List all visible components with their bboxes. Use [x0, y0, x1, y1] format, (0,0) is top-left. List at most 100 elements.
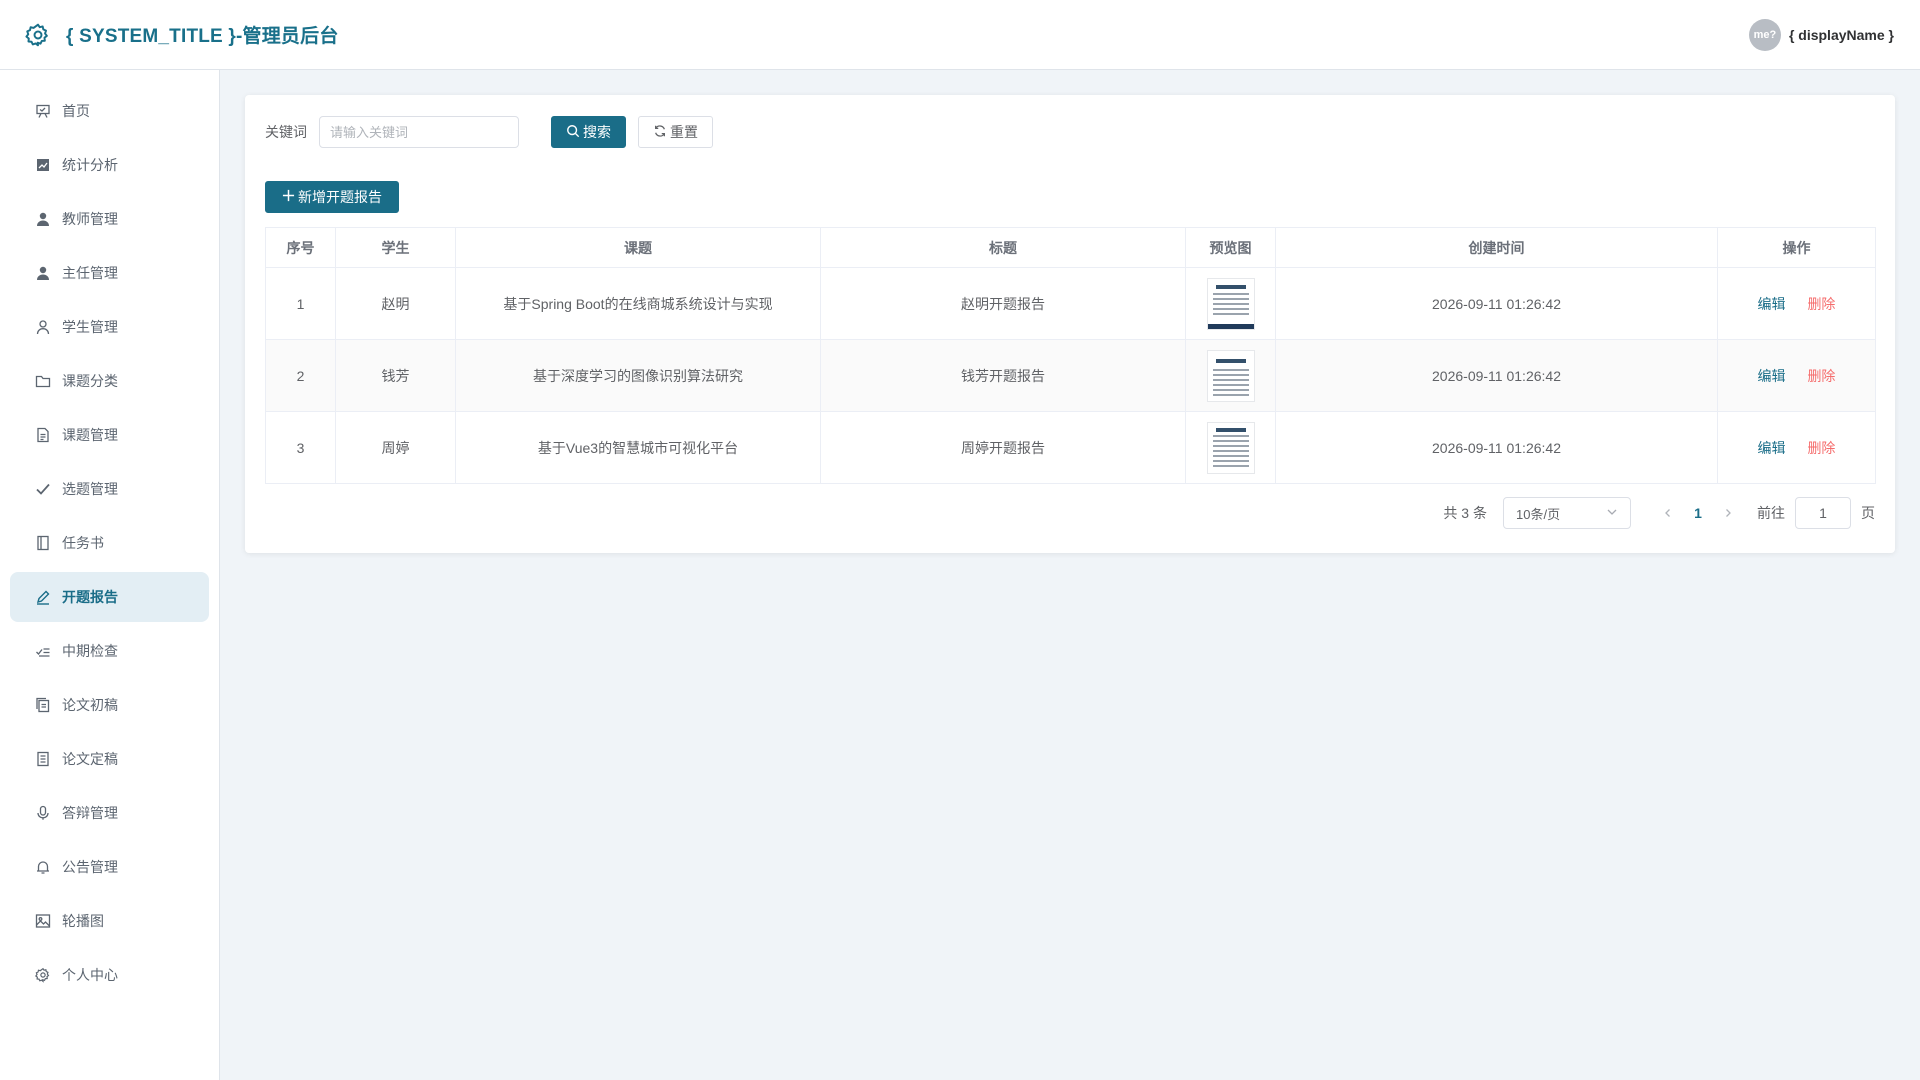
edit-link[interactable]: 编辑 — [1758, 440, 1786, 456]
search-icon — [566, 124, 580, 141]
sidebar-item-defense[interactable]: 答辩管理 — [10, 788, 209, 838]
sidebar-item-selection[interactable]: 选题管理 — [10, 464, 209, 514]
sidebar-item-topic-categories[interactable]: 课题分类 — [10, 356, 209, 406]
sidebar-item-label: 论文定稿 — [62, 751, 118, 767]
pagination: 共 3 条 10条/页 1 前往 页 — [1443, 497, 1875, 529]
refresh-icon — [653, 124, 667, 141]
cell-topic: 基于Vue3的智慧城市可视化平台 — [455, 411, 821, 484]
checklist-icon — [34, 642, 52, 660]
user-menu[interactable]: me? { displayName } — [1748, 18, 1894, 51]
sidebar-item-label: 任务书 — [62, 535, 104, 551]
sidebar-item-label: 公告管理 — [62, 859, 118, 875]
cell-actions: 编辑 删除 — [1717, 411, 1876, 484]
keyword-label: 关键词 — [265, 124, 307, 140]
edit-link[interactable]: 编辑 — [1758, 296, 1786, 312]
sidebar-item-label: 开题报告 — [62, 589, 118, 605]
column-header[interactable]: 预览图 — [1185, 227, 1276, 268]
sidebar-item-carousel[interactable]: 轮播图 — [10, 896, 209, 946]
setting-icon — [34, 966, 52, 984]
cell-preview — [1185, 411, 1276, 484]
keyword-input[interactable] — [319, 116, 519, 148]
brand: { SYSTEM_TITLE }-管理员后台 — [24, 21, 339, 49]
microphone-icon — [34, 804, 52, 822]
table-row: 1 赵明 基于Spring Boot的在线商城系统设计与实现 赵明开题报告 20… — [265, 267, 1876, 340]
sidebar-item-label: 统计分析 — [62, 157, 118, 173]
column-header[interactable]: 操作 — [1717, 227, 1876, 268]
edit-link[interactable]: 编辑 — [1758, 368, 1786, 384]
sidebar-item-announcements[interactable]: 公告管理 — [10, 842, 209, 892]
preview-thumbnail[interactable] — [1206, 421, 1255, 474]
sidebar: 首页 统计分析 教师管理 主任管理 学生管理 课题分类 课题管理 选题管理 任务… — [0, 70, 220, 1080]
cell-actions: 编辑 删除 — [1717, 339, 1876, 412]
chevron-down-icon — [1606, 506, 1618, 521]
document-icon — [34, 426, 52, 444]
table-header-row: 序号 学生 课题 标题 预览图 创建时间 操作 — [265, 227, 1876, 268]
goto-page-input[interactable] — [1795, 497, 1851, 529]
cell-title: 周婷开题报告 — [820, 411, 1186, 484]
preview-thumbnail[interactable] — [1206, 349, 1255, 402]
sidebar-item-thesis-final[interactable]: 论文定稿 — [10, 734, 209, 784]
plus-icon — [282, 189, 295, 205]
next-page-button[interactable] — [1713, 505, 1743, 521]
search-button[interactable]: 搜索 — [551, 116, 626, 148]
sidebar-item-topics[interactable]: 课题管理 — [10, 410, 209, 460]
cell-title: 赵明开题报告 — [820, 267, 1186, 340]
column-header[interactable]: 创建时间 — [1275, 227, 1718, 268]
page-size-value: 10条/页 — [1516, 506, 1561, 522]
column-header[interactable]: 学生 — [335, 227, 456, 268]
sidebar-item-label: 首页 — [62, 103, 90, 119]
page-unit-label: 页 — [1861, 505, 1875, 521]
sidebar-item-label: 个人中心 — [62, 967, 118, 983]
cell-actions: 编辑 删除 — [1717, 267, 1876, 340]
sidebar-item-profile[interactable]: 个人中心 — [10, 950, 209, 1000]
sidebar-item-label: 答辩管理 — [62, 805, 118, 821]
cell-title: 钱芳开题报告 — [820, 339, 1186, 412]
report-table: 序号 学生 课题 标题 预览图 创建时间 操作 1 赵明 基于Spring Bo… — [265, 227, 1876, 484]
edit-pen-icon — [34, 588, 52, 606]
cell-created: 2026-09-11 01:26:42 — [1275, 339, 1718, 412]
sidebar-item-home[interactable]: 首页 — [10, 86, 209, 136]
sidebar-item-label: 主任管理 — [62, 265, 118, 281]
search-bar: 关键词 搜索 重置 — [265, 115, 1875, 149]
delete-link[interactable]: 删除 — [1807, 296, 1835, 312]
delete-link[interactable]: 删除 — [1807, 440, 1835, 456]
sidebar-item-teachers[interactable]: 教师管理 — [10, 194, 209, 244]
reset-button[interactable]: 重置 — [638, 116, 713, 148]
sidebar-item-students[interactable]: 学生管理 — [10, 302, 209, 352]
sidebar-item-label: 教师管理 — [62, 211, 118, 227]
sidebar-item-task-book[interactable]: 任务书 — [10, 518, 209, 568]
check-icon — [34, 480, 52, 498]
sidebar-item-opening-report[interactable]: 开题报告 — [10, 572, 209, 622]
delete-link[interactable]: 删除 — [1807, 368, 1835, 384]
user-filled-icon — [34, 264, 52, 282]
setting-icon — [24, 21, 52, 49]
cell-preview — [1185, 267, 1276, 340]
column-header[interactable]: 标题 — [820, 227, 1186, 268]
sidebar-item-statistics[interactable]: 统计分析 — [10, 140, 209, 190]
notebook-icon — [34, 534, 52, 552]
picture-icon — [34, 912, 52, 930]
page-number-current[interactable]: 1 — [1683, 505, 1713, 521]
avatar[interactable]: me? — [1748, 18, 1781, 51]
tickets-icon — [34, 750, 52, 768]
sidebar-item-midterm-check[interactable]: 中期检查 — [10, 626, 209, 676]
cell-topic: 基于深度学习的图像识别算法研究 — [455, 339, 821, 412]
bell-icon — [34, 858, 52, 876]
sidebar-item-label: 课题分类 — [62, 373, 118, 389]
add-report-button[interactable]: 新增开题报告 — [265, 181, 399, 213]
sidebar-item-label: 中期检查 — [62, 643, 118, 659]
preview-thumbnail[interactable] — [1206, 277, 1255, 330]
sidebar-item-label: 轮播图 — [62, 913, 104, 929]
cell-index: 2 — [265, 339, 336, 412]
page-size-select[interactable]: 10条/页 — [1503, 497, 1631, 529]
column-header[interactable]: 序号 — [265, 227, 336, 268]
goto-label: 前往 — [1757, 505, 1785, 521]
sidebar-item-thesis-draft[interactable]: 论文初稿 — [10, 680, 209, 730]
user-filled-icon — [34, 210, 52, 228]
sidebar-item-directors[interactable]: 主任管理 — [10, 248, 209, 298]
user-name[interactable]: { displayName } — [1789, 27, 1894, 43]
prev-page-button[interactable] — [1653, 505, 1683, 521]
sidebar-item-label: 课题管理 — [62, 427, 118, 443]
column-header[interactable]: 课题 — [455, 227, 821, 268]
app-title: { SYSTEM_TITLE }-管理员后台 — [66, 26, 339, 47]
